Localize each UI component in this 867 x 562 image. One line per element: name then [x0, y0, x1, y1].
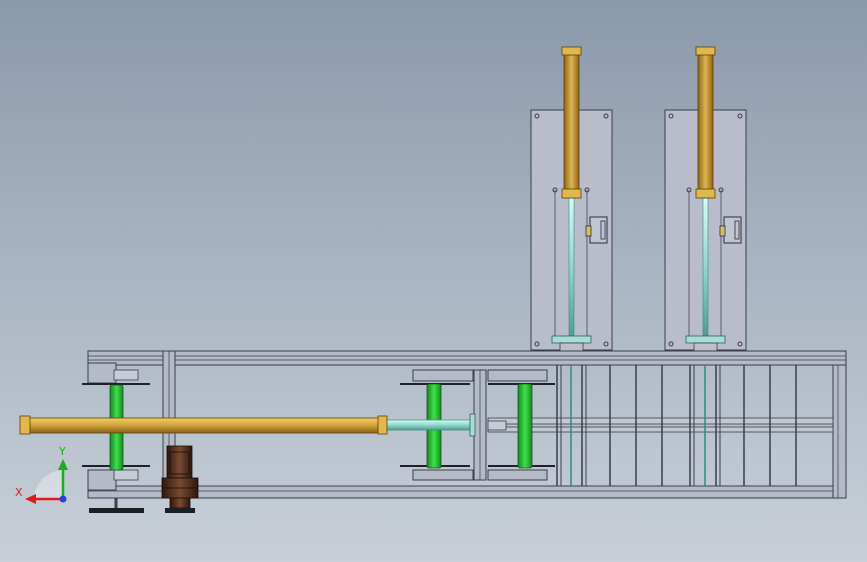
- frame-bottom-rail: [87, 485, 847, 499]
- base-foot-left: [89, 508, 144, 513]
- z-axis-point-icon: [59, 495, 67, 503]
- gear-motor: [161, 445, 199, 513]
- rod-end-flange-1: [551, 335, 592, 344]
- x-axis-arrow-icon: [25, 494, 36, 504]
- rod-clevis: [487, 420, 507, 431]
- rod-end-flange-2: [685, 335, 726, 344]
- cylinder-rod-2: [702, 197, 709, 337]
- cylinder-body-2: [697, 53, 714, 191]
- cad-viewport[interactable]: Y X: [0, 0, 867, 562]
- y-axis-arrow-icon: [58, 459, 68, 470]
- guide-rail-upper: [487, 417, 834, 425]
- roller-right: [517, 383, 533, 469]
- triad-x-label: X: [15, 486, 23, 499]
- frame-right-post: [832, 364, 847, 499]
- coordinate-triad: Y X: [15, 445, 68, 504]
- vertical-cylinder-module-1: [530, 46, 613, 352]
- horizontal-cylinder-body: [27, 417, 381, 434]
- motor-housing: [166, 445, 193, 479]
- guide-rail-lower: [487, 426, 834, 433]
- vertical-cylinder-module-2: [664, 46, 747, 352]
- horizontal-piston-rod: [385, 419, 473, 431]
- assembly-drawing: Y X: [15, 46, 847, 513]
- cylinder-body-1: [563, 53, 580, 191]
- frame-top-rail: [87, 350, 847, 366]
- cylinder-rod-1: [568, 197, 575, 337]
- triad-y-label: Y: [58, 445, 66, 458]
- base-foot-motor: [165, 508, 195, 513]
